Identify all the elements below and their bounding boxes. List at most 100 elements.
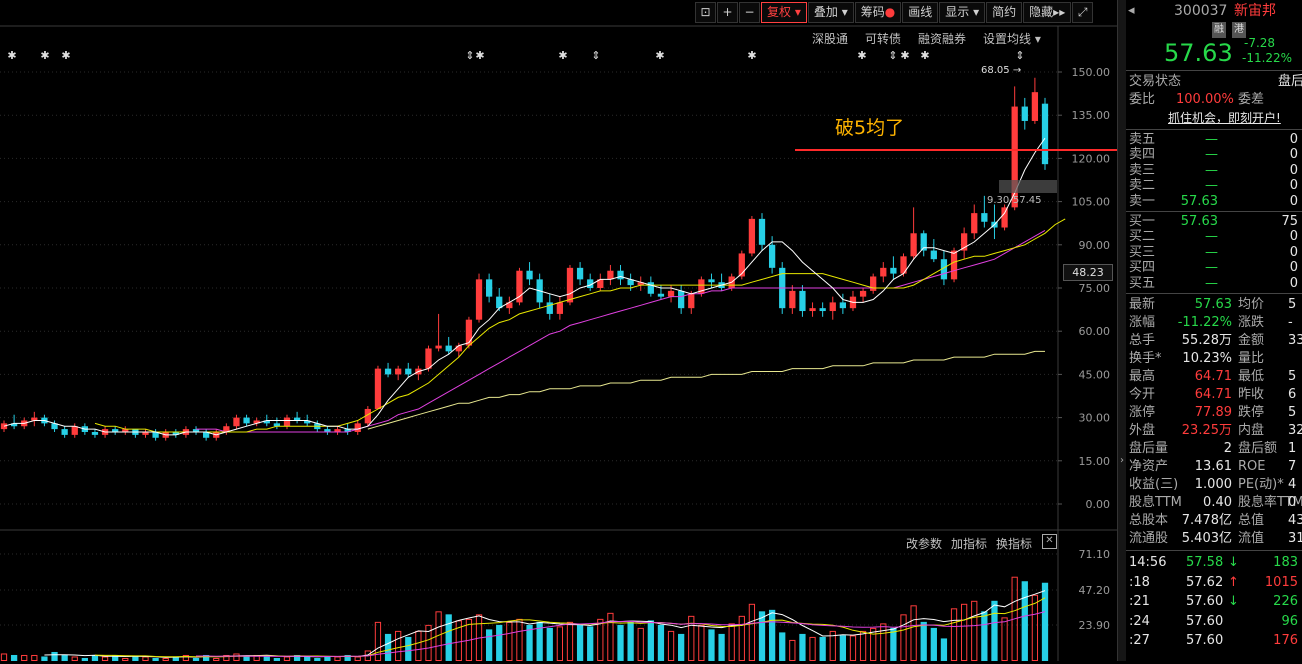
tick-time: :18 [1129,574,1150,590]
stat-row: 净资产 13.61 ROE 7 [1126,458,1302,476]
chevron-right-icon[interactable]: › [1118,455,1126,466]
display-dropdown[interactable]: 显示 ▾ [939,2,986,23]
convertible-bond-link[interactable]: 可转债 [865,30,901,47]
stat-value: -11.22% [1177,315,1232,330]
volume-bar [819,636,826,661]
volume-axis-label: 47.20 [1079,584,1111,597]
margin-trading-link[interactable]: 融资融券 [918,30,966,47]
overlay-dropdown[interactable]: 叠加 ▾ [807,2,854,23]
candle-body [435,345,442,349]
volume-bar [627,621,634,661]
hide-button[interactable]: 隐藏▸▸ [1023,2,1072,23]
close-icon[interactable]: ✕ [1042,534,1057,549]
level-price: — [1205,260,1218,276]
volume-bar [678,633,685,661]
ask-book: 卖五 — 0 卖四 — 0 卖三 — 0 卖二 — 0 卖一 57.63 0 [1126,132,1302,209]
ma-settings-link[interactable]: 设置均线 ▾ [983,30,1041,47]
arrow-right-icon: → [1012,65,1022,76]
candle-body [1031,92,1039,121]
cursor-price-tag: 48.23 [1063,264,1113,281]
status-row: 交易状态 盘后 [1126,73,1302,91]
volume-bar [768,609,776,661]
stat-row: 总股本 7.478亿 总值 43 [1126,512,1302,530]
stat-label: 最高 [1129,369,1156,384]
bid-book: 买一 57.63 75 买二 — 0 买三 — 0 买四 — 0 买五 — 0 [1126,214,1302,291]
tick-list[interactable]: 14:56 57.58 ↓ 183:18 57.62 ↑ 1015:21 57.60 ↓ 226:… [1126,553,1302,651]
tick-price: 57.58 [1186,555,1224,570]
ma10-line [94,218,1066,433]
event-marker-icon: ✱ [920,49,929,62]
stat-value-2: 5 [1288,297,1297,312]
tick-direction-icon: ↓ [1228,594,1239,609]
zoom-in-icon[interactable]: + [717,2,738,23]
candle-body [546,302,553,314]
candle-body [1021,106,1028,121]
volume-axis-label: 71.10 [1079,548,1111,561]
status-value: 盘后 [1278,74,1302,89]
switch-indicator-button[interactable]: 换指标 [996,535,1032,552]
kline-chart-area[interactable]: 150.00 135.00 120.00 105.00 90.00 75.00 60.00 4… [0,0,1198,662]
candle-body [465,319,473,346]
candle-body [678,290,685,309]
candle-body [930,250,937,260]
fuquan-dropdown[interactable]: 复权 ▾ [761,2,807,23]
stat-value: 77.89 [1194,405,1232,420]
volume-bar [213,657,220,662]
level-price: — [1205,275,1218,291]
bid-level: 买四 — 0 [1126,260,1302,275]
stat-label-2: PE(动)* [1238,477,1284,492]
volume-bar [354,656,361,661]
stat-label-2: 金额 [1238,333,1265,348]
level-price: — [1205,132,1218,147]
stat-row: 换手* 10.23% 量比 [1126,350,1302,368]
draw-line-button[interactable]: 画线 [902,2,939,23]
price-change: -7.28 [1244,36,1276,50]
volume-bar [900,614,907,662]
fullscreen-icon[interactable]: ⤢ [1072,2,1094,23]
volume-bar [698,624,705,661]
candle-body [839,302,846,309]
volume-bar [162,657,169,662]
stat-label-2: 均价 [1238,297,1265,312]
tick-row: :21 57.60 ↓ 226 [1126,592,1302,612]
candle-body [617,270,624,280]
event-marker-icon: ✱ [857,49,866,62]
stock-header: ◂ 300037 新宙邦 [1126,0,1302,22]
stat-value-2: 4 [1288,477,1297,492]
menu-icon[interactable]: ◂ [1128,0,1135,22]
add-indicator-button[interactable]: 加指标 [951,535,987,552]
kline-chart[interactable]: 150.00 135.00 120.00 105.00 90.00 75.00 60.00 4… [0,0,1198,662]
volume-bar [910,605,917,662]
stat-value: 13.61 [1194,459,1232,474]
event-marker-icon: ✱ [747,49,756,62]
stat-row: 股息TTM 0.40 股息率TTM 0 [1126,494,1302,512]
volume-bar [21,654,28,661]
stat-row: 涨停 77.89 跌停 5 [1126,404,1302,422]
candle-body [768,244,776,268]
chip-button[interactable]: 筹码● [854,2,902,23]
stat-label: 盘后量 [1129,441,1169,456]
candle-body [243,417,250,424]
volume-bar [809,636,816,662]
volume-bar [839,635,846,661]
edit-params-button[interactable]: 改参数 [906,535,942,552]
price-row: 57.63 -7.28 -11.22% [1126,36,1302,68]
divider [1126,129,1302,130]
stat-label: 今开 [1129,387,1156,402]
candle-body [971,213,978,234]
volume-bar [101,656,109,661]
open-account-link[interactable]: 抓住机会，即刻开户! [1168,109,1281,127]
lock-icon[interactable]: ⊡ [695,2,716,23]
tick-price: 57.62 [1186,574,1224,590]
simple-button[interactable]: 简约 [986,2,1023,23]
volume-bar [61,654,68,661]
volume-bar [647,620,654,661]
stat-label-2: 总值 [1238,513,1265,528]
candle-body [576,267,584,280]
shenguton-link[interactable]: 深股通 [812,30,848,47]
price-axis-label: 60.00 [1079,325,1111,338]
fast-forward-icon: ▸▸ [1053,5,1066,19]
zoom-out-icon[interactable]: − [739,2,760,23]
volume-bar [405,636,412,661]
level-label: 卖五 [1129,132,1156,147]
